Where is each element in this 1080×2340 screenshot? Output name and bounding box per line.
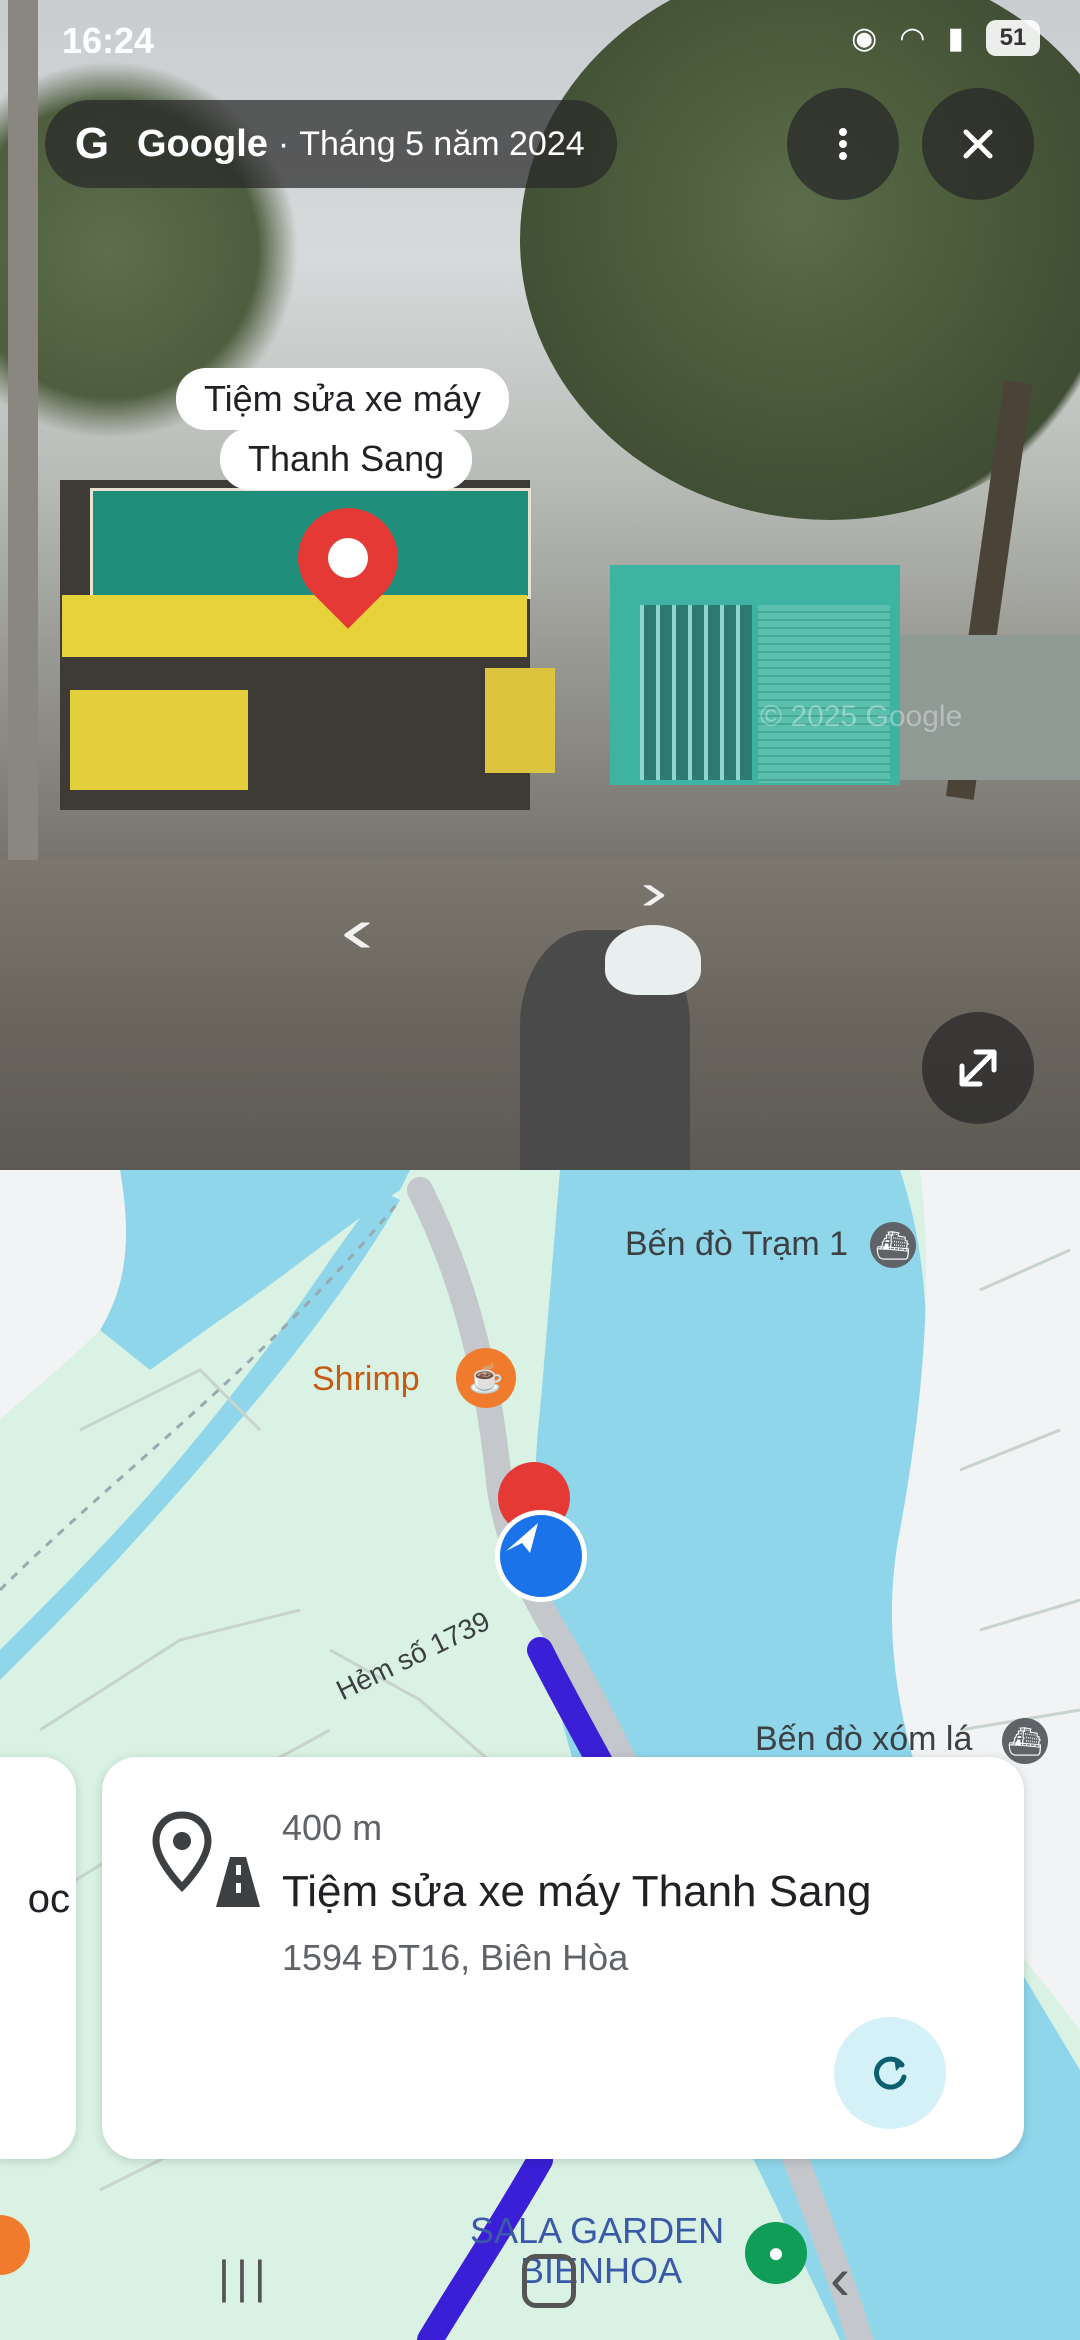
rider-helmet: [605, 925, 701, 995]
upper-channel: [100, 1170, 410, 1370]
expand-icon: [959, 1049, 997, 1087]
ferry-label-tram1[interactable]: Bến đò Trạm 1: [625, 1225, 848, 1264]
place-label-line1[interactable]: Tiệm sửa xe máy: [176, 368, 509, 430]
expand-button[interactable]: [922, 1012, 1034, 1124]
rolling-door: [758, 605, 890, 783]
place-road-icon: [152, 1811, 260, 1907]
signal-icon: ▮: [947, 21, 964, 55]
utility-pole: [8, 0, 38, 900]
place-card[interactable]: 400 m Tiệm sửa xe máy Thanh Sang 1594 ĐT…: [102, 1757, 1024, 2159]
west-land: [0, 1170, 126, 1420]
place-label-line2[interactable]: Thanh Sang: [220, 428, 473, 490]
teal-gate: [640, 605, 752, 780]
more-vert-icon: [839, 128, 847, 160]
place-address: 1594 ĐT16, Biên Hòa: [282, 1937, 629, 1978]
close-icon: [963, 129, 993, 159]
navigation-arrow-icon: [495, 1510, 587, 1602]
separator: ·: [277, 124, 290, 163]
imagery-brand: Google: [137, 122, 268, 165]
home-icon[interactable]: [522, 2254, 576, 2308]
shop-sign-middle: [485, 668, 555, 773]
google-watermark: © 2025 Google: [760, 700, 963, 733]
ferry-icon[interactable]: ⛴: [870, 1222, 916, 1268]
imagery-date: Tháng 5 năm 2024: [299, 124, 585, 163]
status-bar: 16:24 ◉ ◠ ▮ 51: [0, 0, 1080, 80]
shop-sign-left: [70, 690, 248, 790]
close-button[interactable]: [922, 88, 1034, 200]
ferry-label-xomla[interactable]: Bến đò xóm lá: [755, 1720, 972, 1759]
place-distance: 400 m: [282, 1807, 383, 1848]
map-view[interactable]: Bến đò Trạm 1 ⛴ Shrimp ☕ Hẻm số 1739 Bến…: [0, 1170, 1080, 2340]
battery-icon: 51: [986, 20, 1040, 56]
more-options-button[interactable]: [787, 88, 899, 200]
location-icon: ◉: [851, 21, 878, 55]
place-title[interactable]: Tiệm sửa xe máy Thanh Sang: [282, 1867, 872, 1917]
previous-card-text: oc: [27, 1877, 70, 1921]
ferry-icon-2[interactable]: ⛴: [1002, 1718, 1048, 1764]
wifi-icon: ◠: [899, 21, 926, 55]
imagery-info-pill[interactable]: G Google · Tháng 5 năm 2024: [45, 100, 617, 188]
status-time: 16:24: [62, 20, 155, 61]
back-icon[interactable]: ‹: [830, 2244, 850, 2313]
google-logo-icon: G: [74, 119, 110, 168]
shop-sign-yellow: [62, 595, 527, 657]
refresh-button[interactable]: [834, 2017, 946, 2129]
cafe-icon[interactable]: ☕: [456, 1348, 516, 1408]
previous-place-card[interactable]: oc: [0, 1757, 76, 2159]
shrimp-label[interactable]: Shrimp: [312, 1360, 420, 1399]
system-navigation-bar: ||| ‹: [0, 2240, 1080, 2340]
recent-apps-icon[interactable]: |||: [218, 2250, 272, 2304]
refresh-icon: [874, 2056, 907, 2090]
status-icons: ◉ ◠ ▮ 51: [851, 20, 1040, 56]
